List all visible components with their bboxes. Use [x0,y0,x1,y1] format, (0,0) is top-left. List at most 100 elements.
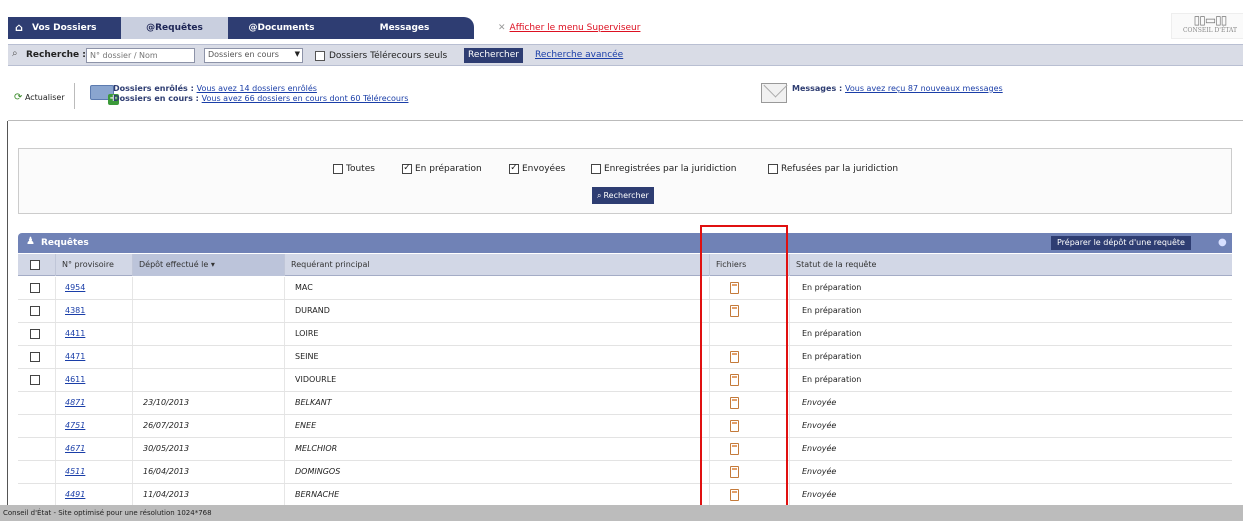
advanced-search-link[interactable]: Recherche avancée [535,50,623,60]
row-numero-cell: 4411 [56,323,133,345]
row-statut: En préparation [802,352,862,361]
help-icon[interactable]: ● [1218,237,1227,248]
row-numero-cell: 4491 [56,484,133,506]
row-select-cell [18,392,56,414]
row-checkbox[interactable] [30,329,40,339]
row-checkbox[interactable] [30,306,40,316]
row-requerant: ENEE [285,415,710,437]
row-numero-link[interactable]: 4611 [65,375,85,384]
divider [74,83,75,109]
page-border [7,121,8,521]
telerecours-checkbox[interactable] [315,51,325,61]
row-date [133,277,285,299]
row-numero-link[interactable]: 4871 [65,398,85,407]
tab-vos-dossiers[interactable]: ⌂ Vos Dossiers [8,17,121,39]
dossiers-select[interactable]: Dossiers en cours ▼ [204,48,303,63]
col-depot-date[interactable]: Dépôt effectué le ▾ [133,254,285,276]
tab-messages[interactable]: Messages [335,17,474,39]
table-row[interactable]: 4611 VIDOURLE En préparation [18,369,1232,392]
superviseur-menu: ✕ Afficher le menu Superviseur [498,17,640,39]
row-date [133,323,285,345]
search-input[interactable] [86,48,195,63]
row-statut: En préparation [802,329,862,338]
filter-en-preparation-label: En préparation [415,164,482,174]
logo-text: CONSEIL D'ÉTAT [1182,27,1238,34]
messages-label: Messages : [792,84,843,93]
row-numero-link[interactable]: 4671 [65,444,85,453]
row-select-cell [18,346,56,368]
row-numero-link[interactable]: 4411 [65,329,85,338]
col-statut[interactable]: Statut de la requête [790,254,1232,276]
table-row[interactable]: 4411 LOIRE En préparation [18,323,1232,346]
filter-en-preparation-checkbox[interactable]: ✓ [402,164,412,174]
row-numero-link[interactable]: 4751 [65,421,85,430]
search-icon: ⌕ [597,191,602,200]
telerecours-label: Dossiers Télérecours seuls [329,51,448,61]
row-statut: Envoyée [802,490,837,499]
table-row[interactable]: 4871 23/10/2013 BELKANT Envoyée [18,392,1232,415]
row-statut: Envoyée [802,444,837,453]
filter-search-button[interactable]: ⌕ Rechercher [592,187,654,204]
row-numero-cell: 4751 [56,415,133,437]
encours-link[interactable]: Vous avez 66 dossiers en cours dont 60 T… [202,94,409,103]
enroles-label: Dossiers enrôlés : [113,84,194,93]
row-checkbox[interactable] [30,283,40,293]
superviseur-link[interactable]: Afficher le menu Superviseur [510,23,641,33]
filter-toutes-checkbox[interactable] [333,164,343,174]
enroles-link[interactable]: Vous avez 14 dossiers enrôlés [197,84,317,93]
col-depot-label: Dépôt effectué le [139,260,209,269]
filter-enregistrees-checkbox[interactable] [591,164,601,174]
filter-search-label: Rechercher [603,191,649,200]
search-bar: ⌕ Recherche : Dossiers en cours ▼ Dossie… [8,44,1243,66]
footer: Conseil d'État - Site optimisé pour une … [0,505,1243,521]
table-row[interactable]: 4511 16/04/2013 DOMINGOS Envoyée [18,461,1232,484]
row-requerant: SEINE [285,346,710,368]
row-numero-link[interactable]: 4511 [65,467,85,476]
table-row[interactable]: 4671 30/05/2013 MELCHIOR Envoyée [18,438,1232,461]
row-numero-link[interactable]: 4491 [65,490,85,499]
table-row[interactable]: 4954 MAC En préparation [18,277,1232,300]
row-statut: Envoyée [802,398,837,407]
row-numero-cell: 4671 [56,438,133,460]
table-row[interactable]: 4381 DURAND En préparation [18,300,1232,323]
row-date: 11/04/2013 [133,484,285,506]
select-all-checkbox[interactable] [30,260,40,270]
row-checkbox[interactable] [30,352,40,362]
highlight-box [700,225,788,521]
table-row[interactable]: 4751 26/07/2013 ENEE Envoyée [18,415,1232,438]
row-select-cell [18,461,56,483]
col-requerant[interactable]: Requérant principal [285,254,710,276]
row-numero-link[interactable]: 4471 [65,352,85,361]
row-numero-cell: 4511 [56,461,133,483]
search-button[interactable]: Rechercher [464,48,523,63]
table-row[interactable]: 4491 11/04/2013 BERNACHE Envoyée [18,484,1232,507]
table-row[interactable]: 4471 SEINE En préparation [18,346,1232,369]
col-numero[interactable]: N° provisoire [56,254,133,276]
tab-requetes[interactable]: @Requêtes [121,17,228,39]
refresh-label: Actualiser [24,93,65,102]
refresh-button[interactable]: ⟳ Actualiser [14,92,65,103]
tools-icon: ✕ [498,23,506,33]
row-date: 23/10/2013 [133,392,285,414]
row-select-cell [18,484,56,506]
messages-link[interactable]: Vous avez reçu 87 nouveaux messages [845,84,1003,93]
row-date [133,369,285,391]
row-date: 26/07/2013 [133,415,285,437]
row-requerant: LOIRE [285,323,710,345]
row-checkbox[interactable] [30,375,40,385]
row-statut: Envoyée [802,421,837,430]
tab-documents[interactable]: @Documents [228,17,335,39]
row-statut: En préparation [802,306,862,315]
row-numero-link[interactable]: 4954 [65,283,85,292]
filter-refusees-checkbox[interactable] [768,164,778,174]
row-statut: Envoyée [802,467,837,476]
conseil-etat-logo: ▯▯▭▯▯ CONSEIL D'ÉTAT [1171,13,1243,39]
row-date [133,300,285,322]
row-date [133,346,285,368]
prepare-request-button[interactable]: Préparer le dépôt d'une requête [1051,236,1191,250]
row-numero-link[interactable]: 4381 [65,306,85,315]
table-column-headers: N° provisoire Dépôt effectué le ▾ Requér… [18,254,1232,276]
filter-envoyees-checkbox[interactable]: ✓ [509,164,519,174]
table-title: Requêtes [41,238,89,248]
columns-icon: ▯▯▭▯▯ [1193,13,1228,27]
